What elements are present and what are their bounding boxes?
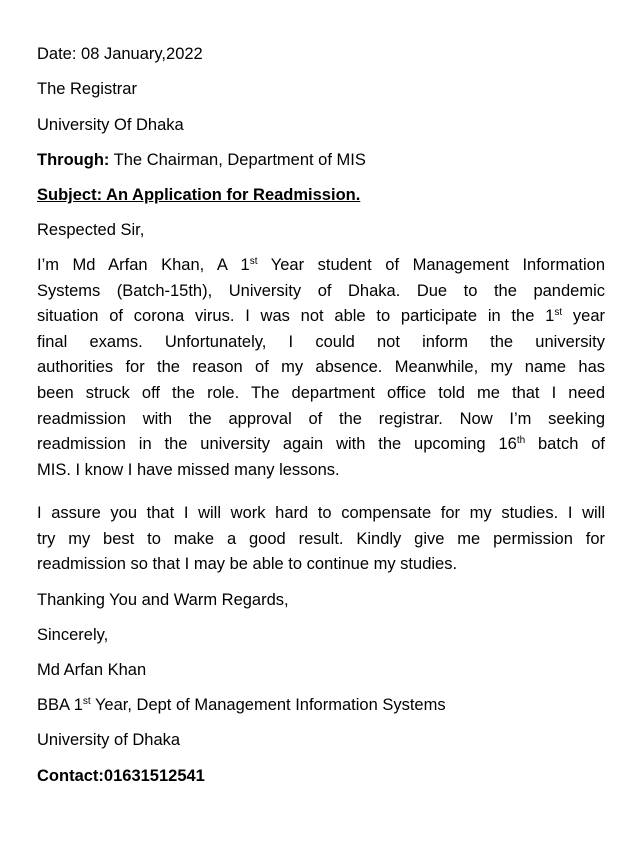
paragraph-line: situation of corona virus. I was not abl… — [37, 304, 605, 330]
signature-position: BBA 1st Year, Dept of Management Informa… — [37, 695, 446, 715]
superscript: th — [516, 435, 526, 447]
body-paragraph-2: I assure you that I will work hard to co… — [37, 501, 605, 578]
through-text: The Chairman, Department of MIS — [109, 151, 366, 169]
text-run: I’m Md Arfan Khan, A 1 — [37, 256, 250, 274]
paragraph-line: I’m Md Arfan Khan, A 1st Year student of… — [37, 253, 605, 279]
paragraph-line: authorities for the reason of my absence… — [37, 358, 605, 377]
paragraph-line: been struck off the role. The department… — [37, 383, 605, 402]
signature-university: University of Dhaka — [37, 731, 181, 749]
text-run: BBA 1 — [37, 696, 83, 714]
closing-line: Thanking You and Warm Regards, — [37, 591, 289, 609]
paragraph-line: try my best to make a good result. Kindl… — [37, 529, 605, 548]
text-run: batch of — [525, 435, 605, 454]
recipient-line: The Registrar — [37, 80, 137, 98]
text-run: situation of corona virus. I was not abl… — [37, 307, 555, 326]
paragraph-line: readmission in the university again with… — [37, 432, 605, 458]
subject-line: Subject: An Application for Readmission. — [37, 186, 361, 204]
paragraph-line: MIS. I know I have missed many lessons. — [37, 460, 340, 479]
sign-off-line: Sincerely, — [37, 626, 109, 644]
through-label: Through: — [37, 151, 110, 169]
university-line: University Of Dhaka — [37, 116, 184, 134]
paragraph-line: readmission with the approval of the reg… — [37, 409, 605, 428]
date-line: Date: 08 January,2022 — [37, 45, 203, 63]
superscript: st — [554, 307, 563, 319]
paragraph-line: I assure you that I will work hard to co… — [37, 504, 605, 522]
body-paragraph-1: I’m Md Arfan Khan, A 1 st Year student of… — [37, 253, 605, 483]
salutation-line: Respected Sir, — [37, 221, 145, 239]
paragraph-line: readmission so that I may be able to con… — [37, 555, 458, 574]
signature-name: Md Arfan Khan — [37, 661, 147, 679]
text-run: Year student of Management Information — [257, 256, 605, 274]
text-run: readmission in the university again with… — [37, 435, 517, 454]
paragraph-line: final exams. Unfortunately, I could not … — [37, 332, 605, 351]
paragraph-line: Systems (Batch-15th), University of Dhak… — [37, 281, 605, 300]
text-run: Year, Dept of Management Information Sys… — [90, 696, 446, 714]
contact-text: Contact:01631512541 — [37, 767, 205, 785]
letter-page: Date: 08 January,2022 The Registrar Univ… — [0, 0, 637, 855]
text-run: year — [562, 307, 605, 326]
superscript: st — [82, 696, 91, 707]
contact-line: Contact:01631512541 — [37, 766, 205, 786]
through-line: Through: The Chairman, Department of MIS — [37, 150, 366, 170]
